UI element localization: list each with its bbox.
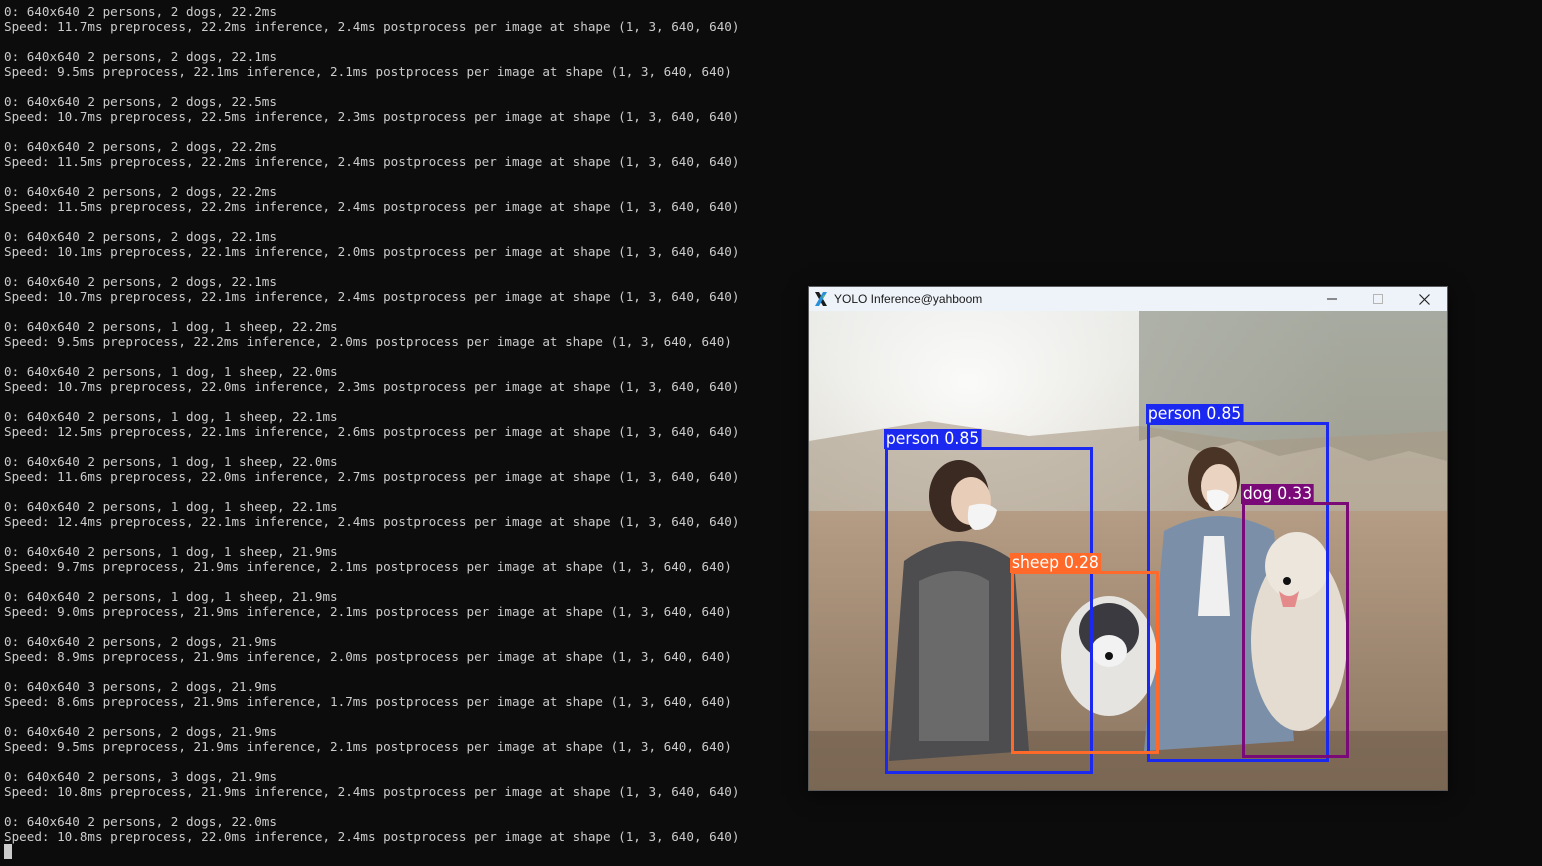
terminal-line: 0: 640x640 2 persons, 2 dogs, 22.2ms bbox=[4, 184, 277, 199]
detection-label-dog: dog 0.33 bbox=[1241, 484, 1314, 504]
inference-frame: person 0.85 person 0.85 sheep 0.28 dog 0… bbox=[809, 311, 1447, 790]
maximize-icon bbox=[1373, 294, 1383, 304]
window-titlebar[interactable]: YOLO Inference@yahboom bbox=[809, 287, 1447, 311]
terminal-line: 0: 640x640 2 persons, 2 dogs, 22.0ms bbox=[4, 814, 277, 829]
detection-box-sheep bbox=[1011, 571, 1159, 754]
terminal-line: 0: 640x640 2 persons, 2 dogs, 22.1ms bbox=[4, 229, 277, 244]
terminal-line: Speed: 9.5ms preprocess, 22.1ms inferenc… bbox=[4, 64, 732, 79]
detection-label-person-left: person 0.85 bbox=[884, 429, 982, 449]
terminal-line: Speed: 10.8ms preprocess, 22.0ms inferen… bbox=[4, 829, 740, 844]
terminal-prompt[interactable] bbox=[4, 844, 1542, 859]
detection-label-sheep: sheep 0.28 bbox=[1010, 553, 1101, 573]
terminal-line: Speed: 11.5ms preprocess, 22.2ms inferen… bbox=[4, 154, 740, 169]
minimize-button[interactable] bbox=[1309, 287, 1355, 311]
terminal-line: Speed: 10.7ms preprocess, 22.5ms inferen… bbox=[4, 109, 740, 124]
terminal-line: Speed: 11.7ms preprocess, 22.2ms inferen… bbox=[4, 19, 740, 34]
terminal-line: Speed: 11.5ms preprocess, 22.2ms inferen… bbox=[4, 199, 740, 214]
x-app-icon bbox=[813, 291, 829, 307]
yolo-inference-window[interactable]: YOLO Inference@yahboom person 0.85 perso… bbox=[808, 286, 1448, 791]
cursor-block bbox=[4, 844, 12, 859]
minimize-icon bbox=[1327, 298, 1337, 300]
maximize-button[interactable] bbox=[1355, 287, 1401, 311]
terminal-line: 0: 640x640 2 persons, 2 dogs, 22.2ms bbox=[4, 4, 277, 19]
terminal-line: 0: 640x640 2 persons, 2 dogs, 22.1ms bbox=[4, 49, 277, 64]
close-button[interactable] bbox=[1401, 287, 1447, 311]
close-icon bbox=[1418, 293, 1430, 305]
terminal-line: 0: 640x640 2 persons, 2 dogs, 22.5ms bbox=[4, 94, 277, 109]
terminal-line: Speed: 10.1ms preprocess, 22.1ms inferen… bbox=[4, 244, 740, 259]
detection-box-dog bbox=[1242, 502, 1349, 758]
window-title: YOLO Inference@yahboom bbox=[834, 292, 983, 306]
terminal-line: 0: 640x640 2 persons, 2 dogs, 22.2ms bbox=[4, 139, 277, 154]
detection-label-person-right: person 0.85 bbox=[1146, 404, 1244, 424]
